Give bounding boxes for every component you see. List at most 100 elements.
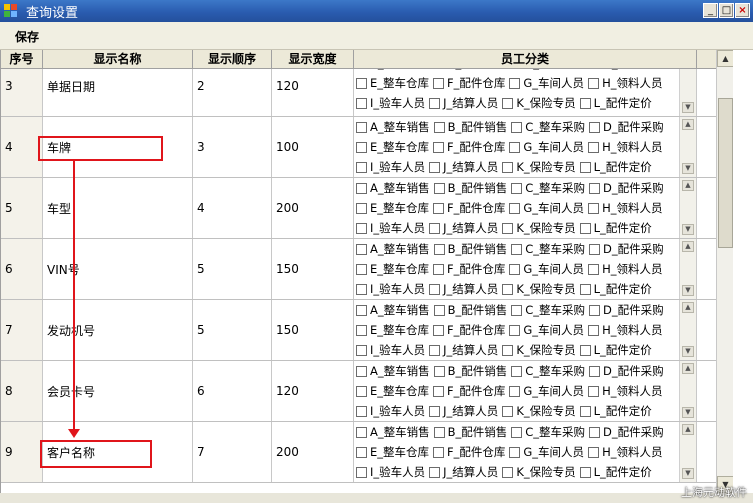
category-option[interactable]: K_保险专员 <box>502 220 576 236</box>
category-option[interactable]: G_车间人员 <box>509 139 584 155</box>
checkbox-icon[interactable] <box>356 202 367 214</box>
category-scroll-down-icon[interactable]: ▼ <box>682 468 694 479</box>
category-option[interactable]: B_配件销售 <box>433 424 507 440</box>
category-option[interactable]: J_结算人员 <box>429 95 498 111</box>
table-row[interactable]: 8 会员卡号 6 120 A_整车销售 B_配件销售 C_整车采购 D_配件采购 E_整车仓库 F… <box>1 361 716 422</box>
category-option[interactable]: H_领料人员 <box>588 322 662 338</box>
category-option[interactable]: K_保险专员 <box>502 281 576 297</box>
category-scrollbar[interactable]: ▲▼ <box>679 178 696 238</box>
category-option[interactable]: J_结算人员 <box>429 220 498 236</box>
category-option[interactable]: B_配件销售 <box>433 241 507 257</box>
category-scrollbar[interactable]: ▲▼ <box>679 239 696 299</box>
category-option[interactable]: C_整车采购 <box>511 363 585 379</box>
category-option[interactable]: G_车间人员 <box>509 261 584 277</box>
category-option[interactable]: K_保险专员 <box>502 403 576 419</box>
checkbox-icon[interactable] <box>509 446 521 458</box>
checkbox-icon[interactable] <box>589 365 601 377</box>
scroll-up-icon[interactable]: ▲ <box>717 50 734 67</box>
category-option[interactable]: K_保险专员 <box>502 342 576 358</box>
category-option[interactable]: L_配件定价 <box>579 281 652 297</box>
scroll-thumb[interactable] <box>718 98 733 248</box>
category-option[interactable]: D_配件采购 <box>589 180 664 196</box>
checkbox-icon[interactable] <box>502 161 514 173</box>
maximize-icon[interactable]: □ <box>719 3 734 18</box>
category-option[interactable]: D_配件采购 <box>589 119 664 135</box>
category-scrollbar[interactable]: ▲▼ <box>679 69 696 116</box>
checkbox-icon[interactable] <box>502 405 514 417</box>
category-scroll-down-icon[interactable]: ▼ <box>682 102 694 113</box>
category-option[interactable]: G_车间人员 <box>509 383 584 399</box>
checkbox-icon[interactable] <box>429 97 441 109</box>
checkbox-icon[interactable] <box>356 304 367 316</box>
category-option[interactable]: F_配件仓库 <box>433 139 505 155</box>
category-option[interactable]: A_整车销售 <box>356 69 430 71</box>
category-option[interactable]: H_领料人员 <box>588 200 662 216</box>
category-option[interactable]: D_配件采购 <box>589 241 664 257</box>
checkbox-icon[interactable] <box>433 243 445 255</box>
category-option[interactable]: J_结算人员 <box>429 464 498 480</box>
vertical-scrollbar[interactable]: ▲ ▼ <box>716 50 734 493</box>
category-scroll-down-icon[interactable]: ▼ <box>682 346 694 357</box>
display-name-field[interactable]: 车型 <box>43 178 193 238</box>
checkbox-icon[interactable] <box>356 263 367 275</box>
category-option[interactable]: E_整车仓库 <box>356 75 429 91</box>
category-option[interactable]: L_配件定价 <box>579 403 652 419</box>
checkbox-icon[interactable] <box>433 77 445 89</box>
category-option[interactable]: K_保险专员 <box>502 159 576 175</box>
checkbox-icon[interactable] <box>589 182 601 194</box>
category-option[interactable]: J_结算人员 <box>429 342 498 358</box>
display-name-field[interactable]: 发动机号 <box>43 300 193 360</box>
category-option[interactable]: H_领料人员 <box>588 261 662 277</box>
category-scroll-down-icon[interactable]: ▼ <box>682 224 694 235</box>
checkbox-icon[interactable] <box>589 243 601 255</box>
category-option[interactable]: E_整车仓库 <box>356 200 429 216</box>
checkbox-icon[interactable] <box>511 121 523 133</box>
checkbox-icon[interactable] <box>433 263 445 275</box>
category-option[interactable]: I_验车人员 <box>356 281 425 297</box>
column-header-width[interactable]: 显示宽度 <box>272 50 354 69</box>
category-option[interactable]: L_配件定价 <box>579 342 652 358</box>
category-option[interactable]: D_配件采购 <box>589 69 664 71</box>
checkbox-icon[interactable] <box>356 405 367 417</box>
category-option[interactable]: J_结算人员 <box>429 281 498 297</box>
checkbox-icon[interactable] <box>588 446 600 458</box>
column-header-order[interactable]: 显示顺序 <box>193 50 272 69</box>
checkbox-icon[interactable] <box>433 182 445 194</box>
category-option[interactable]: A_整车销售 <box>356 424 430 440</box>
category-option[interactable]: I_验车人员 <box>356 220 425 236</box>
checkbox-icon[interactable] <box>356 385 367 397</box>
category-option[interactable]: H_领料人员 <box>588 383 662 399</box>
category-option[interactable]: I_验车人员 <box>356 403 425 419</box>
checkbox-icon[interactable] <box>429 222 441 234</box>
category-option[interactable]: B_配件销售 <box>433 302 507 318</box>
checkbox-icon[interactable] <box>502 344 514 356</box>
display-name-field[interactable]: 会员卡号 <box>43 361 193 421</box>
category-option[interactable]: G_车间人员 <box>509 75 584 91</box>
checkbox-icon[interactable] <box>429 344 441 356</box>
category-option[interactable]: F_配件仓库 <box>433 322 505 338</box>
category-scrollbar[interactable]: ▲▼ <box>679 422 696 482</box>
close-icon[interactable]: × <box>735 3 750 18</box>
display-order-field[interactable]: 5 <box>193 239 272 299</box>
display-width-field[interactable]: 150 <box>272 239 354 299</box>
category-option[interactable]: L_配件定价 <box>579 159 652 175</box>
table-row[interactable]: 3单据日期2120 A_整车销售 B_配件销售 C_整车采购 D_配件采购 E_整车仓库 F… <box>1 69 716 117</box>
checkbox-icon[interactable] <box>356 466 367 478</box>
category-option[interactable]: F_配件仓库 <box>433 444 505 460</box>
checkbox-icon[interactable] <box>509 141 521 153</box>
checkbox-icon[interactable] <box>356 182 367 194</box>
category-option[interactable]: I_验车人员 <box>356 159 425 175</box>
checkbox-icon[interactable] <box>502 283 514 295</box>
checkbox-icon[interactable] <box>511 182 523 194</box>
checkbox-icon[interactable] <box>579 466 591 478</box>
checkbox-icon[interactable] <box>356 243 367 255</box>
category-option[interactable]: E_整车仓库 <box>356 444 429 460</box>
table-row[interactable]: 7 发动机号 5 150 A_整车销售 B_配件销售 C_整车采购 D_配件采购 E_整车仓库 F… <box>1 300 716 361</box>
checkbox-icon[interactable] <box>509 202 521 214</box>
checkbox-icon[interactable] <box>588 324 600 336</box>
category-scroll-down-icon[interactable]: ▼ <box>682 163 694 174</box>
checkbox-icon[interactable] <box>588 263 600 275</box>
table-row[interactable]: 6 VIN号 5 150 A_整车销售 B_配件销售 C_整车采购 D_配件采购 E_整车仓库 F… <box>1 239 716 300</box>
category-option[interactable]: E_整车仓库 <box>356 322 429 338</box>
display-name-field[interactable]: VIN号 <box>43 239 193 299</box>
